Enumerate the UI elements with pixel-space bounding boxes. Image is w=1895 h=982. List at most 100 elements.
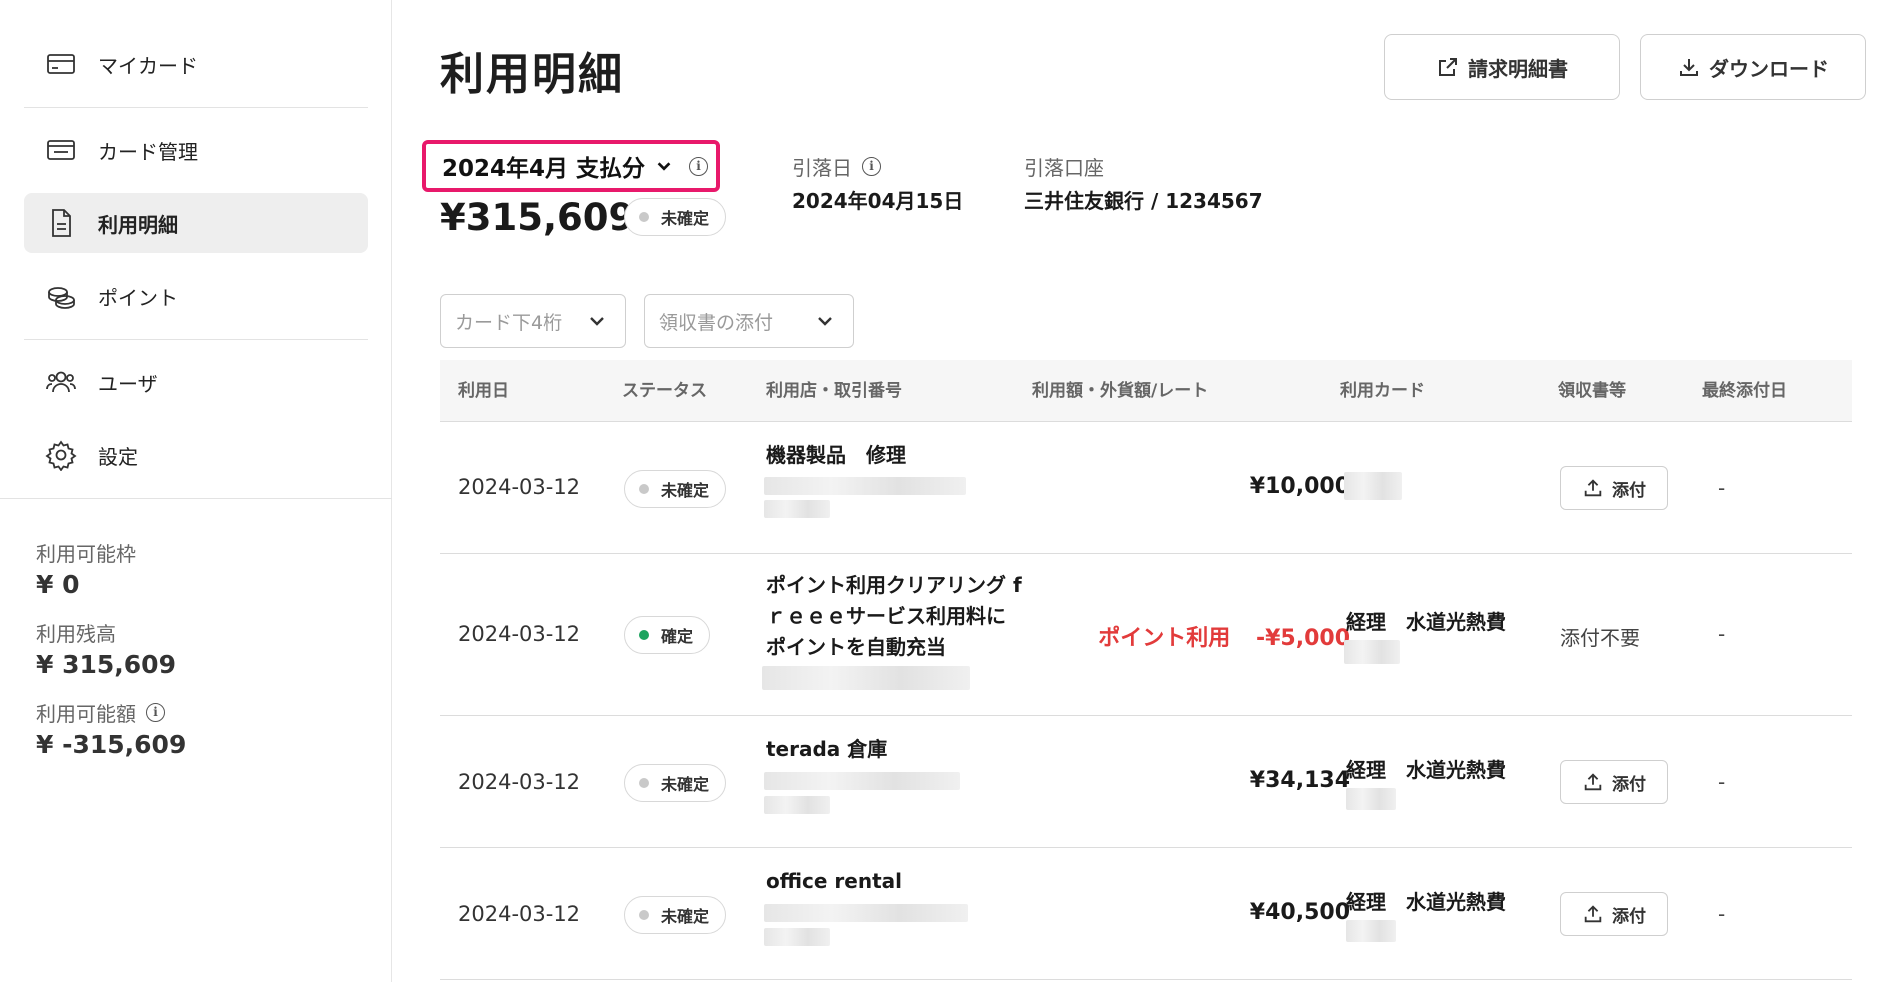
period-selector[interactable]: 2024年4月 支払分 i [422, 140, 720, 192]
users-icon [44, 365, 78, 399]
sidebar-item-statements[interactable]: 利用明細 [24, 193, 368, 253]
receipt-filter[interactable]: 領収書の添付 [644, 294, 854, 348]
total-amount: ¥315,609 [440, 196, 635, 239]
sidebar: マイカード カード管理 利用明細 ポイント ユーザ 設定 利用可能枠 ¥ 0 利… [0, 0, 392, 982]
column-header: ステータス [622, 381, 707, 401]
sidebar-item-users[interactable]: ユーザ [24, 352, 368, 412]
redacted-transaction-id [762, 666, 970, 690]
sidebar-item-label: ユーザ [98, 371, 158, 396]
column-header: 領収書等 [1558, 381, 1626, 401]
sidebar-item-label: マイカード [98, 53, 198, 78]
chevron-down-icon [818, 317, 832, 326]
divider [0, 498, 392, 499]
redacted-card [1346, 788, 1396, 810]
upload-icon [1584, 905, 1602, 923]
sidebar-item-my-card[interactable]: マイカード [24, 34, 368, 94]
available-limit-label: 利用可能枠 [36, 542, 136, 566]
last-attached-date: - [1718, 770, 1726, 794]
column-header: 利用日 [458, 381, 509, 401]
info-icon[interactable]: i [689, 156, 709, 176]
table-row[interactable]: 2024-03-12 未確定 terada 倉庫 ¥34,134 経理 水道光熱… [440, 716, 1852, 848]
redacted-card [1346, 920, 1396, 942]
table-row[interactable]: 2024-03-12 未確定 office rental ¥40,500 経理 … [440, 848, 1852, 980]
invoice-button[interactable]: 請求明細書 [1384, 34, 1620, 100]
row-date: 2024-03-12 [458, 770, 581, 794]
info-icon[interactable]: i [146, 703, 165, 722]
sidebar-item-card-management[interactable]: カード管理 [24, 120, 368, 180]
last-attached-date: - [1718, 622, 1726, 646]
divider [24, 339, 368, 340]
gear-icon [44, 438, 78, 472]
row-date: 2024-03-12 [458, 902, 581, 926]
status-dot [639, 910, 649, 920]
balance-label: 利用残高 [36, 622, 116, 646]
row-amount: ¥34,134 [1249, 768, 1350, 793]
point-use-label: ポイント利用 [1098, 626, 1231, 651]
redacted-transaction-id [764, 500, 830, 518]
sidebar-item-label: 利用明細 [98, 212, 178, 237]
document-icon [44, 206, 78, 240]
table-row[interactable]: 2024-03-12 確定 ポイント利用クリアリング f ｒｅｅｅサービス利用料… [440, 554, 1852, 716]
column-header: 利用額・外貨額/レート [1032, 381, 1209, 401]
status-badge: 確定 [624, 616, 711, 654]
redacted-transaction-id [764, 796, 830, 814]
last-attached-date: - [1718, 902, 1726, 926]
available-amount-label: 利用可能額 i [36, 698, 165, 727]
row-date: 2024-03-12 [458, 622, 581, 646]
status-dot [639, 630, 649, 640]
card-management-icon [44, 133, 78, 167]
page-title: 利用明細 [440, 49, 624, 100]
column-header: 利用店・取引番号 [766, 381, 902, 401]
card-name: 経理 水道光熱費 [1346, 610, 1506, 634]
sidebar-item-label: 設定 [98, 444, 138, 469]
status-dot [639, 484, 649, 494]
coins-icon [44, 279, 78, 313]
divider [24, 107, 368, 108]
chevron-down-icon [657, 162, 671, 171]
available-limit-value: ¥ 0 [36, 570, 80, 599]
redacted-transaction-id [764, 477, 966, 495]
available-amount-value: ¥ -315,609 [36, 730, 187, 759]
redacted-transaction-id [764, 928, 830, 946]
receipt-not-required: 添付不要 [1560, 626, 1640, 650]
status-badge: 未確定 [624, 198, 727, 236]
merchant-name: 機器製品 修理 [766, 443, 906, 467]
merchant-name: ポイント利用クリアリング f ｒｅｅｅサービス利用料に ポイントを自動充当 [766, 573, 1022, 659]
external-link-icon [1439, 58, 1457, 76]
attach-receipt-button[interactable]: 添付 [1560, 760, 1668, 804]
merchant-name: office rental [766, 869, 903, 893]
upload-icon [1584, 773, 1602, 791]
attach-receipt-button[interactable]: 添付 [1560, 466, 1668, 510]
table-row[interactable]: 2024-03-12 未確定 機器製品 修理 ¥10,000 添付 - [440, 422, 1852, 554]
attach-receipt-button[interactable]: 添付 [1560, 892, 1668, 936]
sidebar-item-settings[interactable]: 設定 [24, 425, 368, 485]
download-button[interactable]: ダウンロード [1640, 34, 1866, 100]
status-dot [639, 778, 649, 788]
row-amount: ¥40,500 [1249, 900, 1350, 925]
merchant-name: terada 倉庫 [766, 737, 888, 761]
status-badge: 未確定 [624, 896, 727, 934]
chevron-down-icon [590, 317, 604, 326]
row-date: 2024-03-12 [458, 475, 581, 499]
column-header: 最終添付日 [1702, 381, 1787, 401]
column-header: 利用カード [1340, 381, 1425, 401]
sidebar-item-points[interactable]: ポイント [24, 266, 368, 326]
download-icon [1680, 59, 1698, 76]
debit-account-value: 三井住友銀行 / 1234567 [1024, 189, 1263, 213]
status-badge: 未確定 [624, 470, 727, 508]
debit-date-label: 引落日 i [792, 152, 881, 181]
card-last4-filter[interactable]: カード下4桁 [440, 294, 626, 348]
redacted-transaction-id [764, 904, 968, 922]
balance-value: ¥ 315,609 [36, 650, 176, 679]
period-label: 2024年4月 支払分 [442, 156, 646, 182]
credit-card-icon [44, 47, 78, 81]
redacted-card [1344, 640, 1400, 664]
card-name: 経理 水道光熱費 [1346, 758, 1506, 782]
table-header: 利用日 ステータス 利用店・取引番号 利用額・外貨額/レート 利用カード 領収書… [440, 360, 1852, 422]
status-badge: 未確定 [624, 764, 727, 802]
info-icon[interactable]: i [862, 157, 881, 176]
last-attached-date: - [1718, 476, 1726, 500]
redacted-transaction-id [764, 772, 960, 790]
card-name: 経理 水道光熱費 [1346, 890, 1506, 914]
status-dot [639, 212, 649, 222]
